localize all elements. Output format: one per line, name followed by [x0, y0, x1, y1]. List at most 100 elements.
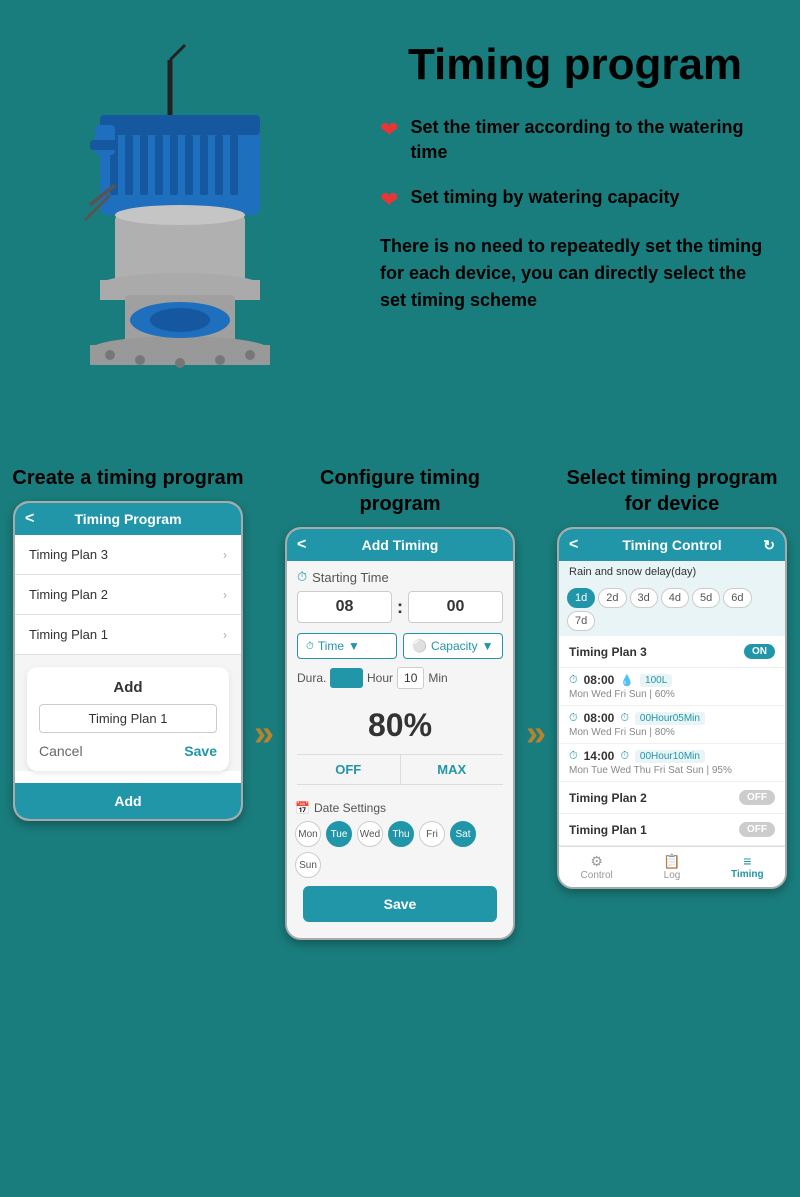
- schedule-row2-3: Mon Tue Wed Thu Fri Sat Sun | 95%: [569, 765, 775, 776]
- forward-arrows-1: »: [254, 712, 274, 754]
- off-max-row: OFF MAX: [297, 754, 503, 785]
- time-select-label: Time: [318, 639, 344, 653]
- date-settings-icon: 📅: [295, 801, 310, 815]
- timing-section: ⏱ Starting Time 08 : 00 ⏱ Time ▼: [287, 561, 513, 801]
- add-dialog-title: Add: [39, 679, 217, 696]
- phone-col-3: Select timing program for device < Timin…: [554, 465, 790, 940]
- plan-item-2-label: Timing Plan 2: [29, 587, 108, 602]
- arrow-1-2: »: [254, 465, 274, 940]
- nav-timing[interactable]: ≡ Timing: [710, 853, 785, 881]
- capacity-select-arrow: ▼: [482, 639, 494, 653]
- phone1-back-arrow[interactable]: <: [25, 510, 34, 528]
- minute-input[interactable]: 00: [408, 591, 503, 623]
- schedule-item-3: ⏱ 14:00 ⏱ 00Hour10Min Mon Tue Wed Thu Fr…: [559, 744, 785, 782]
- cancel-button[interactable]: Cancel: [39, 743, 83, 759]
- time-select-arrow: ▼: [348, 639, 360, 653]
- schedule-row2-2: Mon Wed Fri Sun | 80%: [569, 727, 775, 738]
- time-select-icon: ⏱: [306, 641, 314, 652]
- phone3-back-arrow[interactable]: <: [569, 536, 578, 554]
- dura-row: Dura. Hour 10 Min: [297, 667, 503, 689]
- hour-input[interactable]: 08: [297, 591, 392, 623]
- sched3-capacity: 00Hour10Min: [635, 750, 705, 763]
- plan-item-1[interactable]: Timing Plan 1 ›: [15, 615, 241, 655]
- plan-item-2[interactable]: Timing Plan 2 ›: [15, 575, 241, 615]
- phone3-header: < Timing Control ↻: [559, 529, 785, 561]
- phone3-body: Rain and snow delay(day) 1d 2d 3d 4d 5d …: [559, 561, 785, 887]
- day-mon[interactable]: Mon: [295, 821, 321, 847]
- dura-hour-label: Hour: [367, 671, 393, 685]
- time-select[interactable]: ⏱ Time ▼: [297, 633, 397, 659]
- rain-delay-bar: Rain and snow delay(day): [559, 561, 785, 583]
- time-inputs: 08 : 00: [297, 591, 503, 623]
- chevron-icon-2: ›: [223, 588, 227, 602]
- plan2-toggle-row: Timing Plan 2 OFF: [559, 782, 785, 814]
- schedule-row1-1: ⏱ 08:00 💧 100L: [569, 673, 775, 687]
- nav-log[interactable]: 📋 Log: [634, 853, 709, 881]
- bullet-text-1: Set the timer according to the watering …: [410, 115, 770, 165]
- phone1-body: Timing Plan 3 › Timing Plan 2 › Timing P…: [15, 535, 241, 771]
- sched1-clock: ⏱: [569, 674, 578, 687]
- sched2-capacity: 00Hour05Min: [635, 712, 705, 725]
- day-wed[interactable]: Wed: [357, 821, 383, 847]
- percent-display: 80%: [297, 697, 503, 754]
- page-title: Timing program: [380, 40, 770, 90]
- bullet-item-1: ❤ Set the timer according to the waterin…: [380, 115, 770, 165]
- plan3-toggle-row: Timing Plan 3 ON: [559, 636, 785, 668]
- starting-time-text: Starting Time: [312, 570, 389, 585]
- nav-control[interactable]: ⚙ Control: [559, 853, 634, 881]
- day-tue[interactable]: Tue: [326, 821, 352, 847]
- clock-icon: ⏱: [297, 569, 307, 585]
- nav-timing-icon: ≡: [710, 853, 785, 869]
- sched1-capacity: 100L: [640, 674, 672, 687]
- phone1-header: < Timing Program: [15, 503, 241, 535]
- sched1-time: 08:00: [584, 673, 615, 687]
- plan1-label: Timing Plan 1: [569, 823, 647, 837]
- capacity-select-icon: ⚪: [412, 639, 427, 653]
- sched3-cap-icon: ⏱: [620, 750, 629, 763]
- day-tab-2d[interactable]: 2d: [598, 588, 626, 608]
- plan1-toggle[interactable]: OFF: [739, 822, 775, 837]
- day-tab-4d[interactable]: 4d: [661, 588, 689, 608]
- nav-control-icon: ⚙: [559, 853, 634, 870]
- dura-label: Dura.: [297, 671, 326, 685]
- day-fri[interactable]: Fri: [419, 821, 445, 847]
- day-thu[interactable]: Thu: [388, 821, 414, 847]
- add-dialog-input[interactable]: Timing Plan 1: [39, 704, 217, 733]
- device-image-area: [30, 30, 370, 435]
- day-sat[interactable]: Sat: [450, 821, 476, 847]
- dura-highlight: [330, 668, 363, 688]
- phone3-col-title: Select timing program for device: [554, 465, 790, 517]
- phone2-mockup: < Add Timing ⏱ Starting Time 08 : 00: [285, 527, 515, 940]
- schedule-item-2: ⏱ 08:00 ⏱ 00Hour05Min Mon Wed Fri Sun | …: [559, 706, 785, 744]
- schedule-row1-2: ⏱ 08:00 ⏱ 00Hour05Min: [569, 711, 775, 725]
- forward-arrows-2: »: [526, 712, 546, 754]
- max-button[interactable]: MAX: [401, 755, 504, 784]
- day-tab-3d[interactable]: 3d: [630, 588, 658, 608]
- day-sun[interactable]: Sun: [295, 852, 321, 878]
- time-colon: :: [397, 597, 403, 618]
- add-dialog: Add Timing Plan 1 Cancel Save: [27, 667, 229, 771]
- save-button[interactable]: Save: [184, 743, 217, 759]
- phone1-header-title: Timing Program: [74, 511, 181, 527]
- bullet-text-2: Set timing by watering capacity: [410, 185, 679, 210]
- nav-control-label: Control: [581, 870, 613, 881]
- phone1-footer[interactable]: Add: [15, 783, 241, 819]
- plan-item-3[interactable]: Timing Plan 3 ›: [15, 535, 241, 575]
- day-tab-7d[interactable]: 7d: [567, 611, 595, 631]
- capacity-select[interactable]: ⚪ Capacity ▼: [403, 633, 503, 659]
- day-tab-1d[interactable]: 1d: [567, 588, 595, 608]
- plan2-toggle[interactable]: OFF: [739, 790, 775, 805]
- plan3-toggle[interactable]: ON: [744, 644, 775, 659]
- day-tab-6d[interactable]: 6d: [723, 588, 751, 608]
- off-button[interactable]: OFF: [297, 755, 401, 784]
- date-settings-label: 📅 Date Settings: [295, 801, 505, 815]
- plan-item-3-label: Timing Plan 3: [29, 547, 108, 562]
- dialog-buttons: Cancel Save: [39, 743, 217, 759]
- arrow-2-3: »: [526, 465, 546, 940]
- phone3-header-icon: ↻: [763, 537, 775, 554]
- day-tab-5d[interactable]: 5d: [692, 588, 720, 608]
- phone2-save-button[interactable]: Save: [303, 886, 497, 922]
- sched2-time: 08:00: [584, 711, 615, 725]
- valve-device-svg: [30, 30, 330, 430]
- phone2-back-arrow[interactable]: <: [297, 536, 306, 554]
